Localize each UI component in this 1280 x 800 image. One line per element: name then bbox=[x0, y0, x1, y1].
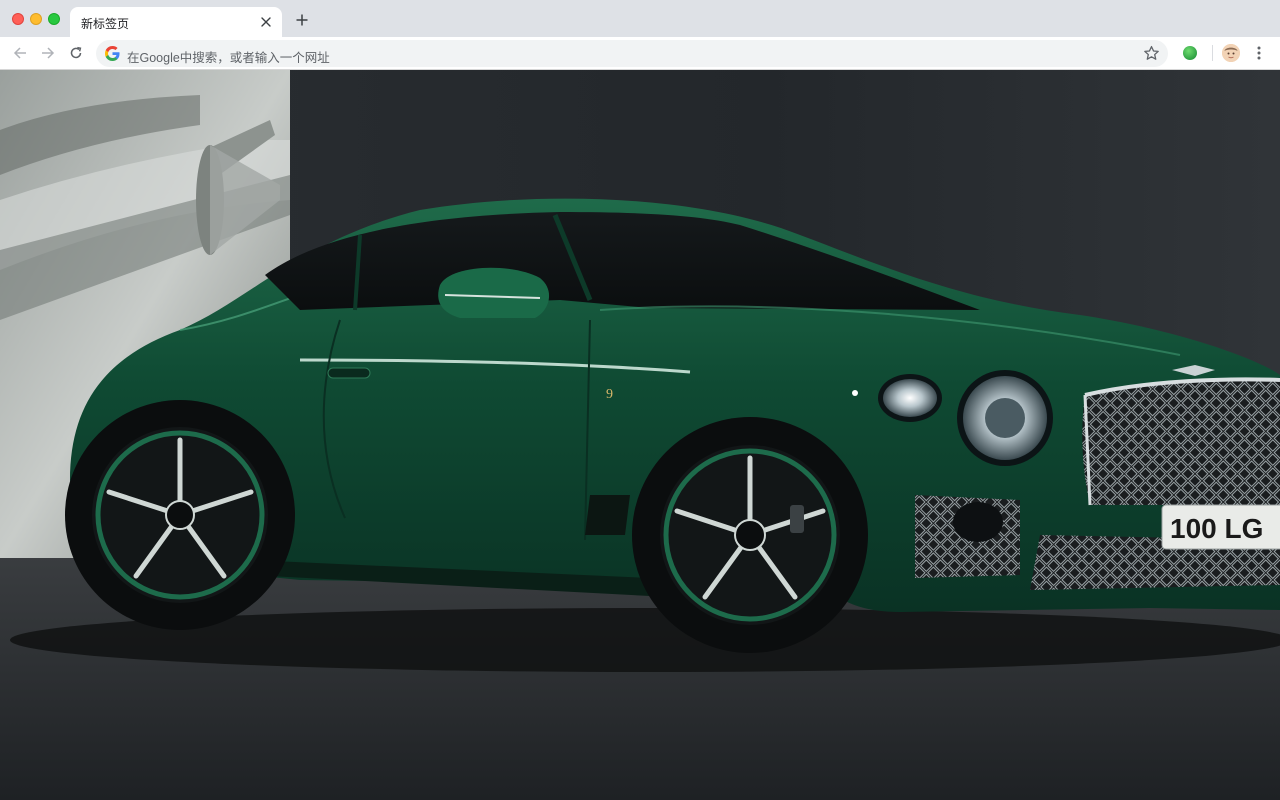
close-window-button[interactable] bbox=[12, 13, 24, 25]
vertical-dots-icon[interactable] bbox=[1252, 44, 1266, 62]
zoom-window-button[interactable] bbox=[48, 13, 60, 25]
google-g-icon bbox=[105, 46, 120, 61]
new-tab-page: 9 100 LG bbox=[0, 70, 1280, 800]
reload-icon[interactable] bbox=[65, 42, 87, 64]
arrow-right-icon[interactable] bbox=[37, 42, 59, 64]
toolbar-divider bbox=[1212, 45, 1213, 61]
wallpaper-image: 9 100 LG bbox=[0, 70, 1280, 800]
browser-window: 新标签页 在Google中搜索，或者输入一个网址 9 100 LG bbox=[0, 0, 1280, 800]
star-icon[interactable] bbox=[1143, 45, 1160, 62]
tab-new-tab[interactable]: 新标签页 bbox=[70, 7, 282, 37]
tab-strip: 新标签页 bbox=[0, 0, 1280, 37]
minimize-window-button[interactable] bbox=[30, 13, 42, 25]
omnibox-placeholder: 在Google中搜索，或者输入一个网址 bbox=[127, 51, 330, 65]
license-plate: 100 LG bbox=[1170, 513, 1263, 544]
arrow-left-icon[interactable] bbox=[9, 42, 31, 64]
avatar-icon[interactable] bbox=[1222, 44, 1240, 62]
plus-icon[interactable] bbox=[292, 10, 312, 30]
close-icon[interactable] bbox=[258, 14, 274, 30]
tab-title: 新标签页 bbox=[81, 17, 130, 31]
side-badge: 9 bbox=[606, 387, 613, 402]
omnibox[interactable]: 在Google中搜索，或者输入一个网址 bbox=[96, 40, 1168, 67]
toolbar: 在Google中搜索，或者输入一个网址 bbox=[0, 37, 1280, 70]
green-circle-icon[interactable] bbox=[1183, 46, 1197, 60]
